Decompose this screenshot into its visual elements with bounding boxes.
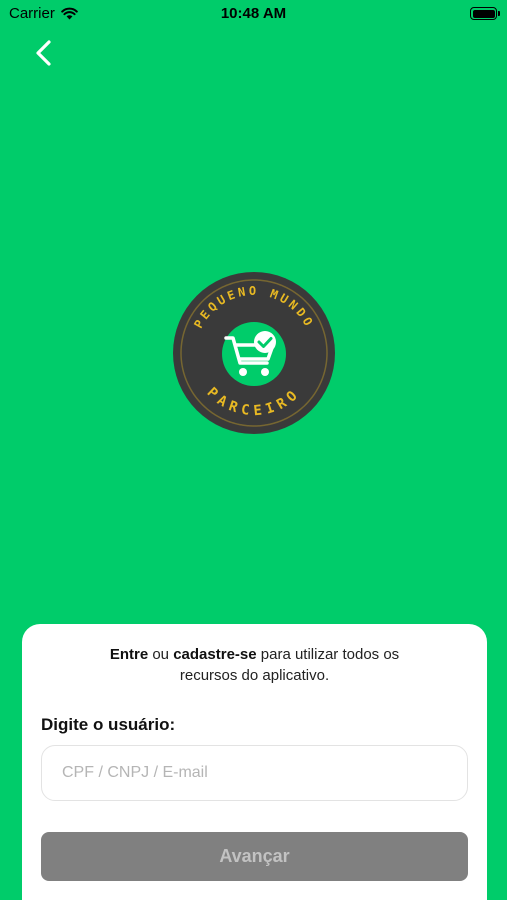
battery-fill	[472, 9, 495, 18]
username-label: Digite o usuário:	[41, 715, 176, 734]
advance-button[interactable]: Avançar	[41, 832, 468, 881]
intro-signup-text: cadastre-se	[173, 646, 257, 663]
shopping-cart-check-icon	[222, 322, 286, 386]
status-bar: Carrier 10:48 AM	[0, 0, 507, 28]
chevron-left-icon	[36, 40, 51, 66]
battery-cap	[498, 11, 500, 16]
status-time: 10:48 AM	[220, 5, 287, 22]
intro-second-line: recursos do aplicativo.	[179, 667, 330, 684]
intro-enter-text: Entre	[109, 646, 149, 663]
brand-logo: PEQUENO MUNDO PARCEIRO	[173, 272, 335, 434]
login-card: Entre ou cadastre-se para utilizar todos…	[22, 624, 487, 900]
back-button[interactable]	[30, 37, 58, 69]
intro-or-text: ou	[148, 646, 174, 663]
battery-icon	[470, 7, 500, 20]
intro-rest-text: para utilizar todos os	[256, 646, 400, 663]
intro-text: Entre ou cadastre-se para utilizar todos…	[22, 644, 487, 686]
username-input[interactable]	[41, 745, 468, 801]
